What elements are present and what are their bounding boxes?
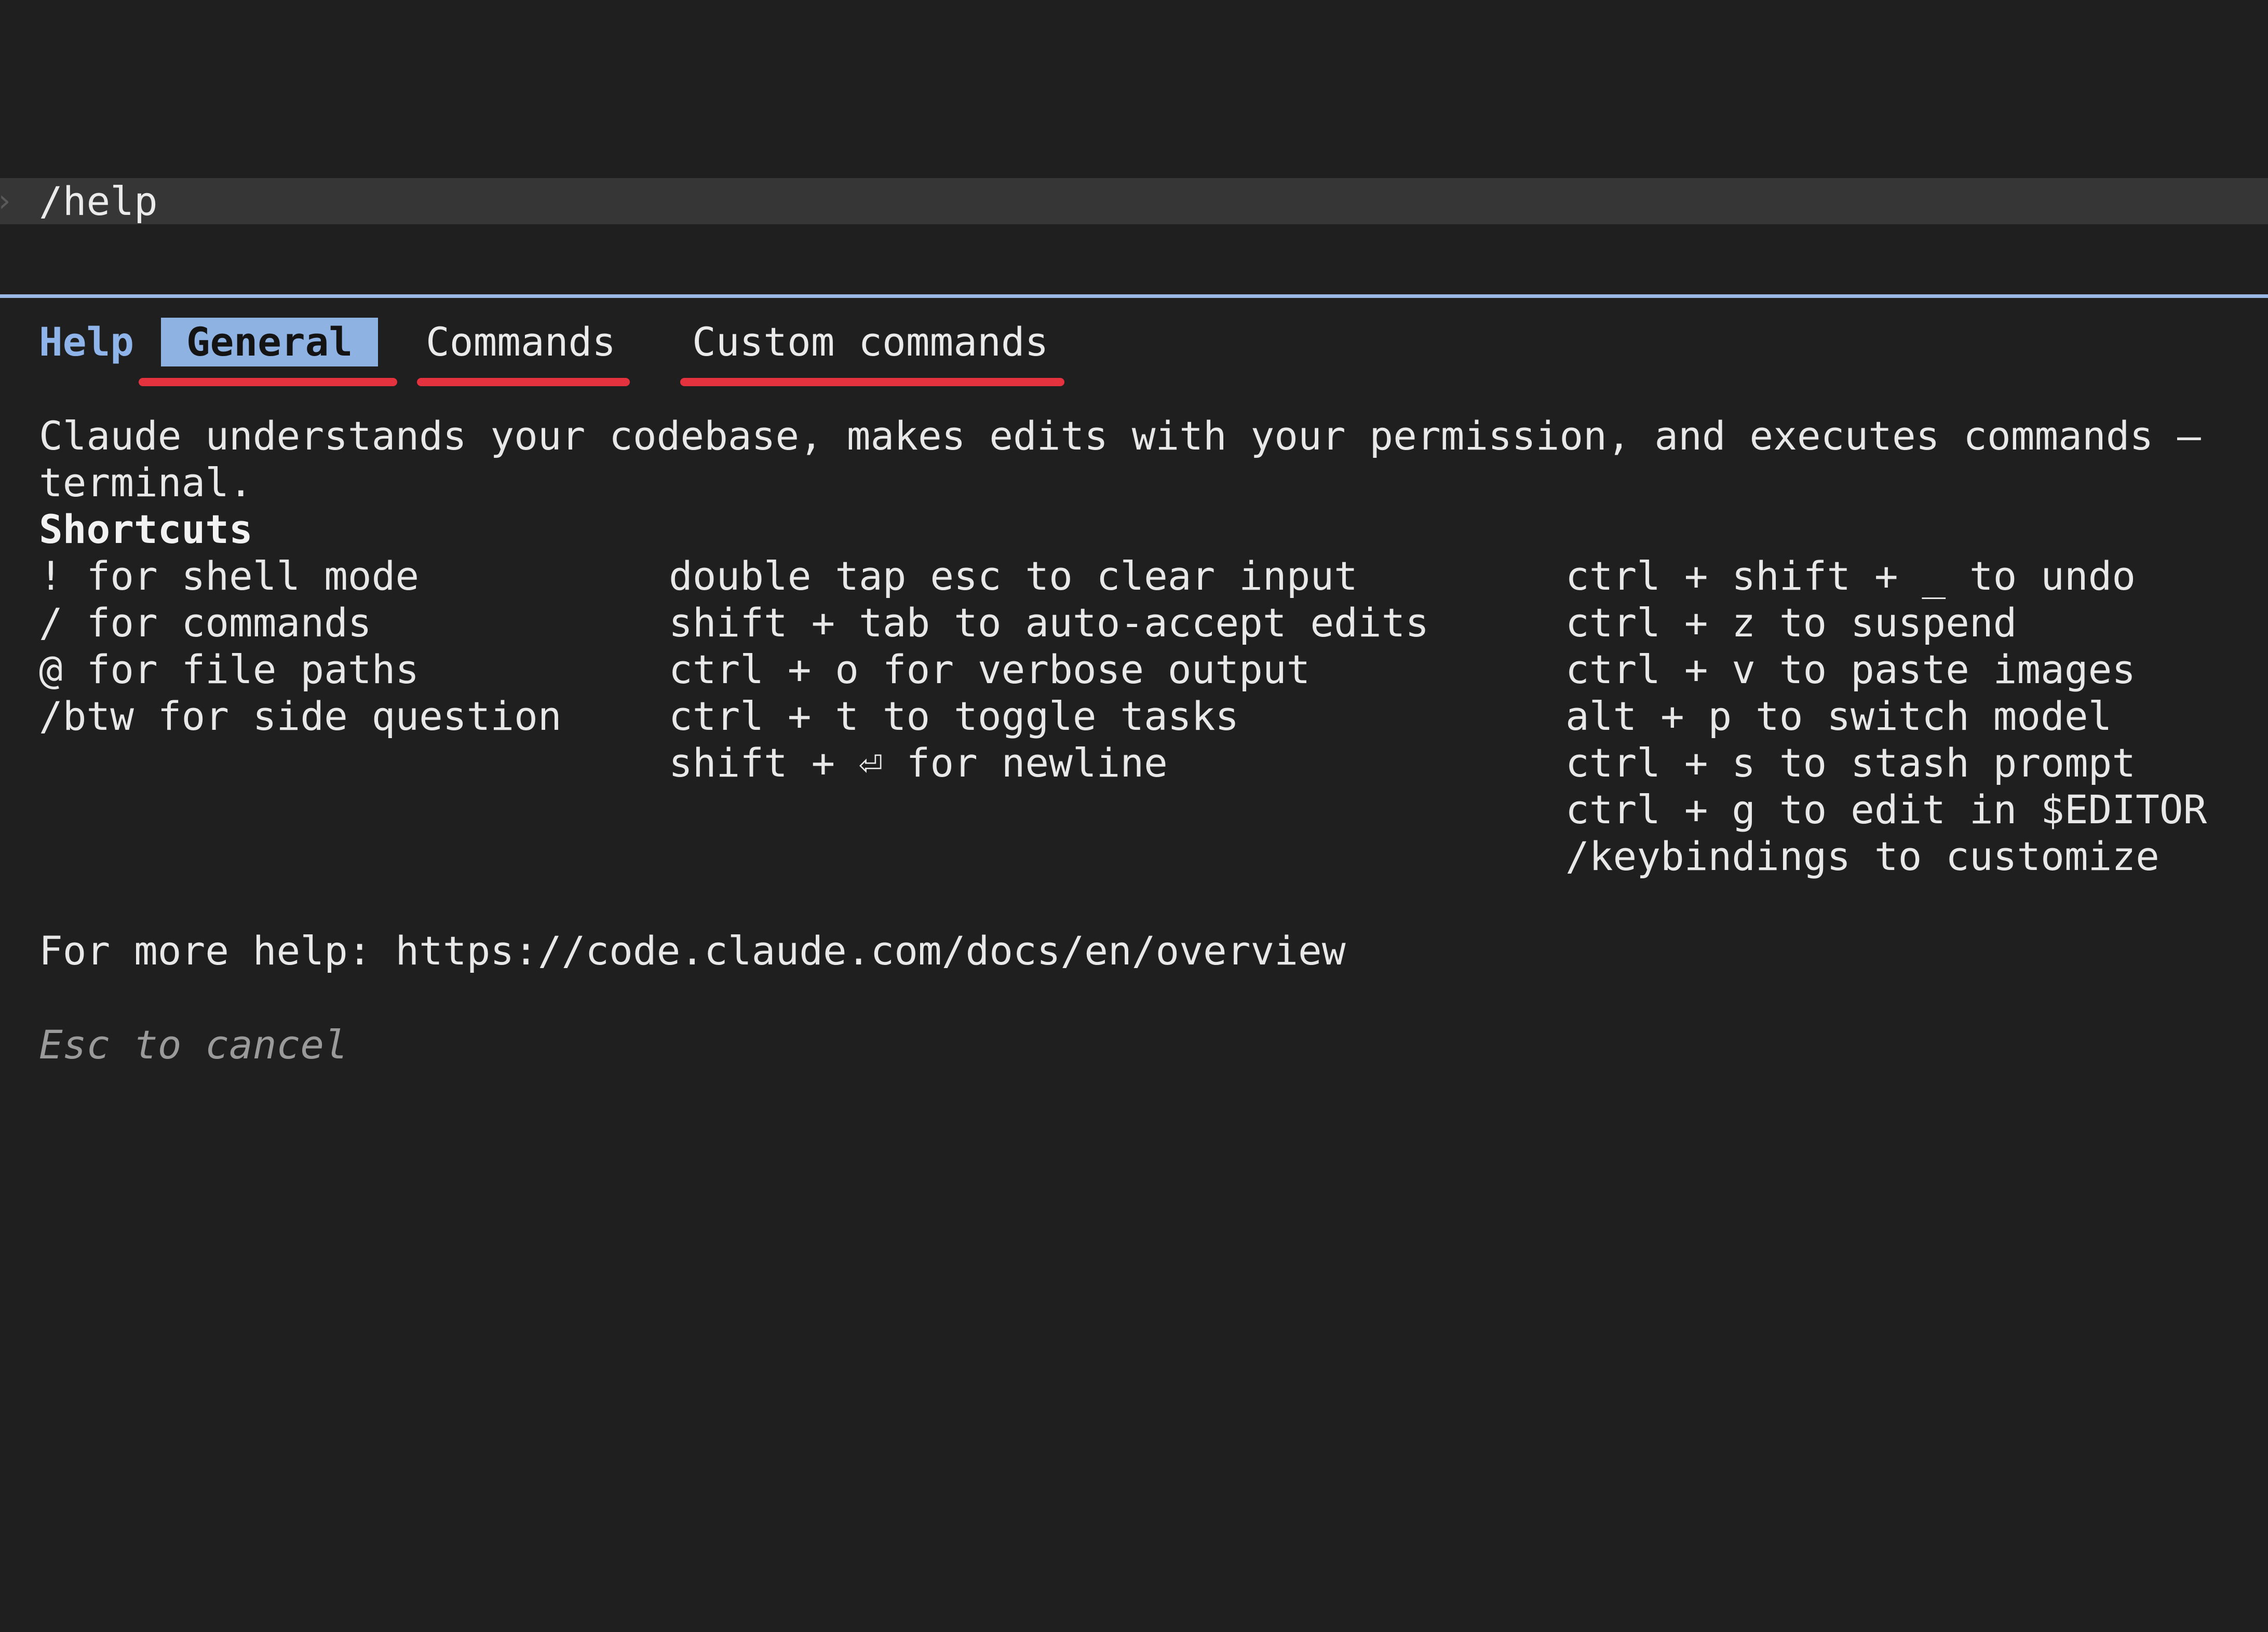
description-line-1: Claude understands your codebase, makes … [39, 413, 2201, 459]
shortcut-item: ctrl + t to toggle tasks [669, 693, 1239, 739]
shortcut-item: @ for file paths [39, 646, 420, 692]
shortcut-item: ctrl + s to stash prompt [1565, 740, 2136, 786]
shortcut-item: shift + tab to auto-accept edits [669, 600, 1429, 646]
tab-custom-commands-red-underline [680, 378, 1064, 386]
panel-divider [0, 294, 2268, 298]
esc-cancel-hint: Esc to cancel [39, 1022, 348, 1068]
prompt-text: /help [39, 178, 158, 224]
prompt-chevron-icon: › [0, 185, 14, 216]
shortcut-item: ctrl + g to edit in $EDITOR [1565, 786, 2207, 833]
help-title: Help [39, 319, 134, 365]
tab-custom-commands[interactable]: Custom commands [692, 318, 1048, 366]
shortcut-item: ! for shell mode [39, 553, 420, 599]
shortcuts-column-1: ! for shell mode / for commands @ for fi… [39, 553, 562, 740]
more-help-link[interactable]: For more help: https://code.claude.com/d… [39, 928, 1346, 974]
shortcut-item: double tap esc to clear input [669, 553, 1358, 599]
help-tabs: Help General Commands Custom commands [0, 318, 2268, 386]
shortcuts-column-2: double tap esc to clear input shift + ta… [669, 553, 1429, 786]
shortcut-item: ctrl + shift + _ to undo [1565, 553, 2136, 599]
shortcut-item: shift + ⏎ for newline [669, 740, 1168, 786]
shortcut-item: /btw for side question [39, 693, 562, 739]
tab-commands-red-underline [417, 378, 630, 386]
shortcut-item: /keybindings to customize [1565, 833, 2159, 879]
tab-general[interactable]: General [161, 318, 378, 366]
shortcut-item: ctrl + o for verbose output [669, 646, 1311, 692]
shortcut-item: ctrl + v to paste images [1565, 646, 2136, 692]
shortcut-item: / for commands [39, 600, 372, 646]
tab-general-red-underline [139, 378, 397, 386]
tab-commands[interactable]: Commands [426, 318, 616, 366]
shortcuts-column-3: ctrl + shift + _ to undo ctrl + z to sus… [1565, 553, 2207, 880]
shortcut-item: alt + p to switch model [1565, 693, 2112, 739]
shortcuts-heading: Shortcuts [39, 506, 253, 552]
shortcut-item: ctrl + z to suspend [1565, 600, 2017, 646]
description-line-2: terminal. [39, 459, 253, 506]
prompt-input-bar[interactable]: › /help [0, 178, 2268, 224]
